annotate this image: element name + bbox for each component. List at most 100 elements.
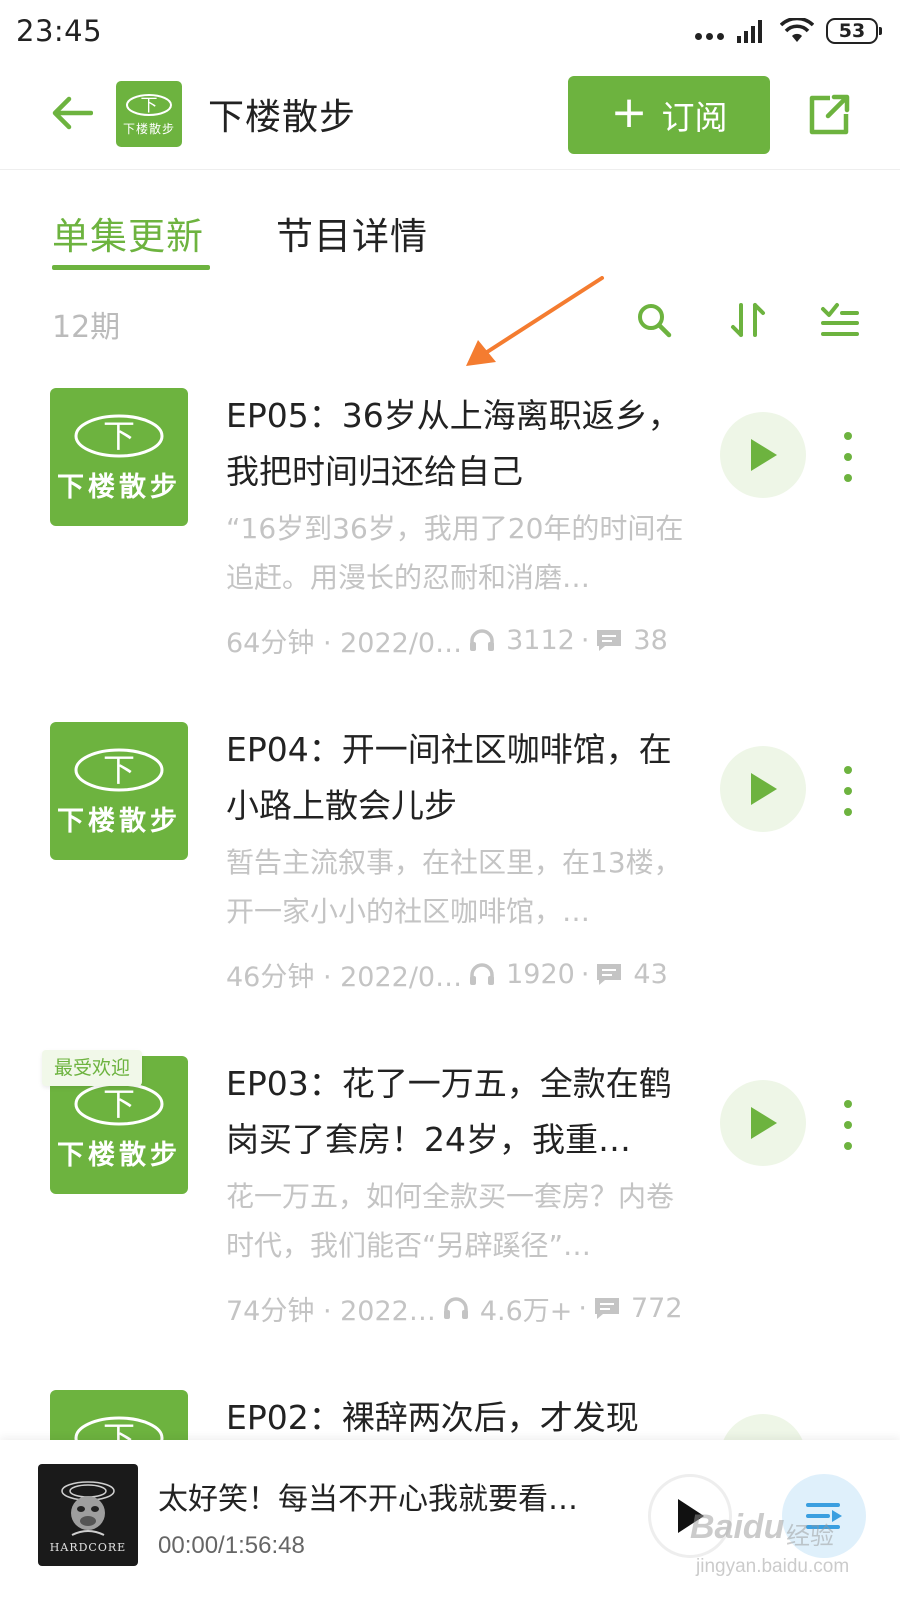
episode-description: “16岁到36岁，我用了20年的时间在追赶。用漫长的忍耐和消磨… [226,512,684,594]
logo-text: 下楼散步 [122,121,175,136]
cover-text: 下楼散步 [57,471,181,503]
meta-separator: · [578,1292,587,1324]
more-dot [844,453,852,461]
comment-icon [595,627,623,653]
headphones-icon [468,627,496,653]
episode-plays: 1920 [506,958,575,990]
search-button[interactable] [632,298,676,342]
comment-icon [595,961,623,987]
meta-separator: · [580,624,590,656]
search-icon [638,304,672,338]
episode-cover: 下 下楼散步 [50,1390,188,1440]
share-icon [809,94,850,135]
plus-icon: + [610,87,648,138]
status-bar: 23:45 53 [0,0,900,62]
svg-text:下: 下 [103,1419,135,1441]
more-dot [844,1142,852,1150]
signal-icon [737,20,762,43]
cover-oval-icon: 下 [74,1416,164,1441]
status-time: 23:45 [16,14,103,48]
episode-comments: 38 [633,624,668,656]
play-button[interactable] [720,1080,806,1166]
now-playing-cover-text: HARDCORE [49,1540,127,1554]
popular-badge: 最受欢迎 [42,1050,143,1086]
gorilla-face-icon [61,1480,115,1536]
episode-count: 12期 [52,310,121,345]
status-icons: 53 [695,14,882,48]
baidu-watermark: Baidu 经验 jingyan.baidu.com [690,1508,880,1592]
episode-comments: 43 [633,958,668,990]
play-icon [751,1107,777,1139]
play-button[interactable] [720,746,806,832]
svg-text:下: 下 [103,751,135,789]
cover-oval-icon: 下 [74,414,164,457]
episode-title[interactable]: EP03：花了一万五，全款在鹤岗买了套房！24岁，我重… [226,1056,696,1168]
more-button[interactable] [836,432,860,482]
podcast-logo: 下 下楼散步 [116,81,182,147]
tab-active-indicator [52,265,210,270]
more-dot [844,1100,852,1108]
more-button[interactable] [836,766,860,816]
filter-icon [821,303,859,336]
cover-text: 下楼散步 [57,805,181,837]
sort-button[interactable] [726,298,770,342]
more-dot [844,1121,852,1129]
episode-title[interactable]: EP04：开一间社区咖啡馆，在小路上散会儿步 [226,722,696,834]
episode-meta: 74分钟 · 2022… 4.6万+ · 772 [226,1288,696,1328]
tab-episodes[interactable]: 单集更新 [52,206,204,260]
play-button[interactable] [720,412,806,498]
now-playing-title[interactable]: 太好笑！每当不开心我就要看… [158,1474,598,1518]
episode-description: 花一万五，如何全款买一套房？内卷时代，我们能否“另辟蹊径”… [226,1180,675,1262]
episode-item[interactable]: 下 下楼散步 EP02：裸辞两次后，才发现 [0,1390,900,1440]
more-dots-icon [695,32,724,40]
episode-duration-date: 46分钟 · 2022/0… [226,961,463,993]
episode-item[interactable]: 下 下楼散步 EP05：36岁从上海离职返乡，我把时间归还给自己 “16岁到36… [0,388,900,728]
subscribe-button[interactable]: + 订阅 [568,76,770,154]
episode-comments: 772 [630,1292,683,1324]
headphones-icon [468,961,496,987]
annotation-arrow-icon [466,276,604,366]
logo-oval-icon: 下 [126,93,172,116]
episode-plays: 4.6万+ [479,1295,573,1327]
episode-meta: 46分钟 · 2022/0… 1920 · 43 [226,954,696,994]
more-button[interactable] [836,1100,860,1150]
cover-oval-icon: 下 [74,748,164,791]
subscribe-label: 订阅 [661,98,728,137]
episode-meta: 64分钟 · 2022/0… 3112 · 38 [226,620,696,660]
more-dot [844,432,852,440]
episode-item[interactable]: 下 下楼散步 EP04：开一间社区咖啡馆，在小路上散会儿步 暂告主流叙事，在社区… [0,722,900,1062]
tab-details[interactable]: 节目详情 [276,206,428,260]
play-button[interactable] [720,1414,806,1440]
episode-cover: 下 下楼散步 [50,388,188,526]
share-button[interactable] [802,88,856,142]
episode-description: 暂告主流叙事，在社区里，在13楼，开一家小小的社区咖啡馆，… [226,846,682,928]
arrow-left-icon [52,96,93,130]
back-button[interactable] [44,88,100,138]
more-dot [844,808,852,816]
watermark-brand: Baidu [690,1508,785,1546]
cover-text: 下楼散步 [57,1139,181,1171]
episode-cover: 下 下楼散步 [50,722,188,860]
watermark-jingyan: 经验 [786,1522,834,1550]
episode-plays: 3112 [506,624,575,656]
episode-item[interactable]: 下 下楼散步 最受欢迎 EP03：花了一万五，全款在鹤岗买了套房！24岁，我重…… [0,1050,900,1396]
filter-button[interactable] [818,298,862,342]
more-dot [844,766,852,774]
episode-title[interactable]: EP02：裸辞两次后，才发现 [226,1390,696,1440]
headphones-icon [442,1295,470,1321]
comment-icon [593,1295,621,1321]
battery-indicator: 53 [826,18,882,44]
sort-icon [731,303,765,337]
svg-text:下: 下 [141,96,158,116]
now-playing-time: 00:00/1:56:48 [158,1532,305,1559]
episode-duration-date: 64分钟 · 2022/0… [226,627,463,659]
now-playing-cover: HARDCORE [38,1464,138,1566]
episode-duration-date: 74分钟 · 2022… [226,1295,436,1327]
cover-oval-icon: 下 [74,1082,164,1125]
play-icon [751,773,777,805]
more-dot [844,787,852,795]
episode-title[interactable]: EP05：36岁从上海离职返乡，我把时间归还给自己 [226,388,696,500]
more-dot [844,474,852,482]
svg-text:下: 下 [103,1085,135,1123]
svg-text:下: 下 [103,417,135,455]
